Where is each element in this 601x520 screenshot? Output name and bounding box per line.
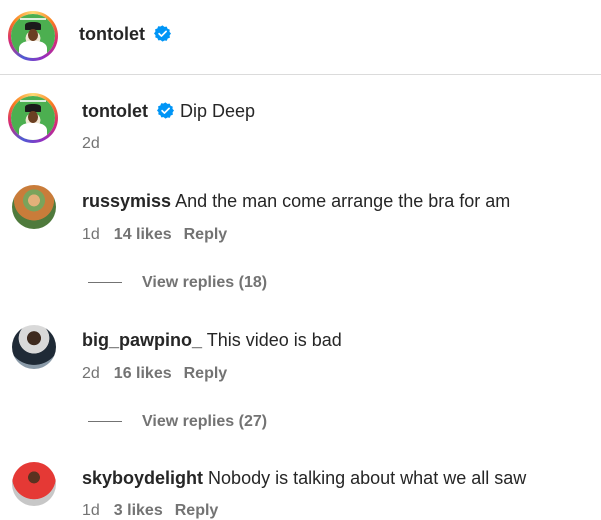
comment-meta: 2d 16 likes Reply xyxy=(82,365,239,383)
comment-username[interactable]: big_pawpino_ xyxy=(82,330,202,350)
comment-body: russymiss And the man come arrange the b… xyxy=(82,191,510,212)
view-replies-button[interactable]: View replies (18) xyxy=(88,274,267,292)
comment-username[interactable]: skyboydelight xyxy=(82,468,203,488)
commenter-avatar[interactable] xyxy=(12,462,56,506)
comment-likes[interactable]: 3 likes xyxy=(114,502,163,519)
header-username[interactable]: tontolet xyxy=(79,24,145,45)
reply-button[interactable]: Reply xyxy=(184,365,228,382)
header-avatar[interactable] xyxy=(8,11,58,61)
post-header: tontolet xyxy=(0,0,601,75)
view-replies-label: View replies (27) xyxy=(142,413,268,430)
comment-text: This video is bad xyxy=(206,330,342,350)
caption-time: 2d xyxy=(82,135,100,152)
verified-badge-icon xyxy=(154,25,171,42)
comment-time: 1d xyxy=(82,226,100,243)
commenter-avatar[interactable] xyxy=(12,325,56,369)
comment-meta: 1d 3 likes Reply xyxy=(82,502,230,520)
comment-username[interactable]: russymiss xyxy=(82,191,171,211)
replies-divider xyxy=(88,421,122,423)
comment-time: 2d xyxy=(82,365,100,382)
comment-likes[interactable]: 16 likes xyxy=(114,365,172,382)
view-replies-button[interactable]: View replies (27) xyxy=(88,413,267,431)
comment-body: skyboydelight Nobody is talking about wh… xyxy=(82,468,526,489)
caption-text: Dip Deep xyxy=(180,101,256,121)
comment-text: And the man come arrange the bra for am xyxy=(175,191,511,211)
comment-text: Nobody is talking about what we all saw xyxy=(208,468,527,488)
reply-button[interactable]: Reply xyxy=(175,502,219,519)
comment-body: big_pawpino_ This video is bad xyxy=(82,330,342,351)
replies-divider xyxy=(88,282,122,284)
verified-badge-icon xyxy=(157,102,174,119)
reply-button[interactable]: Reply xyxy=(184,226,228,243)
comment-meta: 1d 14 likes Reply xyxy=(82,226,239,244)
caption-avatar[interactable] xyxy=(8,93,58,143)
comment-time: 1d xyxy=(82,502,100,519)
caption-username[interactable]: tontolet xyxy=(82,101,148,122)
comment-likes[interactable]: 14 likes xyxy=(114,226,172,243)
commenter-avatar[interactable] xyxy=(12,185,56,229)
view-replies-label: View replies (18) xyxy=(142,274,268,291)
